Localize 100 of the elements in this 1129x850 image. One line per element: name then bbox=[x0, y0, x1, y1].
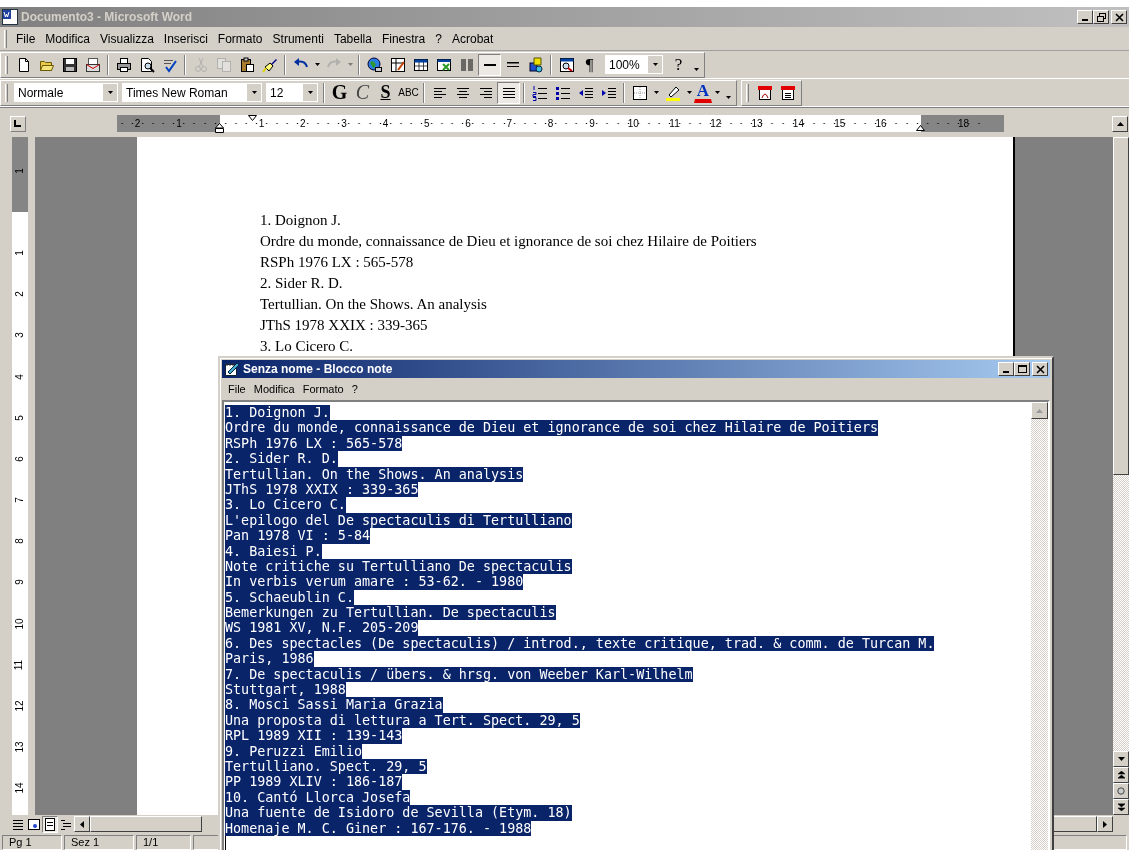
menu-item[interactable]: Acrobat bbox=[447, 31, 499, 46]
scroll-right-button[interactable] bbox=[1097, 816, 1113, 832]
ruler-number: 9 bbox=[14, 579, 25, 586]
menu-item[interactable]: ? bbox=[430, 31, 447, 46]
tab-selector-button[interactable] bbox=[10, 115, 26, 132]
print-layout-button[interactable] bbox=[42, 815, 58, 833]
ruler-number: 6 bbox=[464, 117, 472, 130]
double-up-arrow-icon bbox=[1117, 771, 1125, 779]
document-text-line: JThS 1978 XXIX : 339-365 bbox=[260, 316, 429, 335]
document-text-line: Tertullian. On the Shows. An analysis bbox=[260, 295, 488, 314]
bulleted-list-icon bbox=[554, 84, 571, 101]
zoom-dropdown[interactable]: 100% bbox=[605, 55, 663, 74]
ruler-number: 9 bbox=[588, 117, 596, 130]
ruler-number: 3 bbox=[340, 117, 348, 130]
underline-button[interactable]: S bbox=[374, 81, 397, 104]
minimize-button[interactable] bbox=[1077, 10, 1093, 24]
menu-item[interactable]: File bbox=[11, 31, 41, 46]
maximize-button[interactable] bbox=[1014, 362, 1030, 376]
scroll-up-button[interactable] bbox=[1112, 115, 1128, 132]
menu-item[interactable]: Formato bbox=[212, 31, 268, 46]
document-text-line: RSPh 1976 LX : 565-578 bbox=[260, 253, 415, 272]
menu-item[interactable]: Formato bbox=[298, 383, 348, 395]
font-dropdown[interactable]: Times New Roman bbox=[122, 83, 262, 102]
ruler-number: 11 bbox=[14, 659, 25, 671]
minimize-button[interactable] bbox=[998, 362, 1014, 376]
ruler-number: 8 bbox=[14, 538, 25, 545]
right-arrow-icon bbox=[1103, 820, 1107, 828]
menu-item[interactable]: Tabella bbox=[328, 31, 377, 46]
ruler-number: 7 bbox=[505, 117, 514, 130]
scroll-thumb[interactable] bbox=[1113, 137, 1129, 475]
close-icon bbox=[1035, 364, 1045, 374]
browse-object-button[interactable] bbox=[1113, 783, 1129, 799]
document-text-line: 1. Doignon J. bbox=[260, 211, 342, 230]
dropdown-arrow-icon bbox=[347, 63, 353, 66]
envelope-icon bbox=[84, 56, 101, 73]
next-page-button[interactable] bbox=[1113, 799, 1129, 815]
page-icon bbox=[43, 816, 57, 832]
first-line-indent-icon bbox=[248, 115, 257, 122]
scroll-down-button[interactable] bbox=[1113, 751, 1129, 767]
italic-button[interactable]: C bbox=[351, 81, 374, 104]
ruler-number: 16 bbox=[874, 117, 888, 130]
menu-item[interactable]: Modifica bbox=[40, 31, 96, 46]
menu-item[interactable]: Strumenti bbox=[267, 31, 329, 46]
menu-item[interactable]: ? bbox=[347, 383, 362, 395]
globe-icon bbox=[366, 56, 383, 73]
ruler-number: 18 bbox=[957, 117, 971, 130]
ruler-number: 14 bbox=[791, 117, 805, 130]
up-arrow-icon bbox=[1116, 121, 1124, 126]
scroll-left-button[interactable] bbox=[74, 816, 90, 832]
bold-button[interactable]: G bbox=[328, 81, 351, 104]
table-pencil-icon bbox=[389, 56, 406, 73]
line-button[interactable] bbox=[478, 53, 501, 76]
menu-item[interactable]: Inserisci bbox=[158, 31, 213, 46]
justify-button[interactable] bbox=[497, 81, 520, 104]
close-button[interactable] bbox=[1032, 362, 1048, 376]
document-text-line: 3. Lo Cicero C. bbox=[260, 337, 354, 356]
previous-page-button[interactable] bbox=[1113, 767, 1129, 783]
status-text: Pg 1 bbox=[2, 834, 62, 850]
pdf-document-icon bbox=[779, 84, 796, 101]
dropdown-arrow-icon bbox=[686, 91, 692, 94]
ruler-number: 14 bbox=[14, 782, 25, 794]
double-down-arrow-icon bbox=[1117, 803, 1125, 811]
highlighter-icon bbox=[664, 84, 681, 101]
close-icon bbox=[1114, 12, 1124, 22]
numbered-list-icon bbox=[531, 84, 548, 101]
window-title: Senza nome - Blocco note bbox=[243, 362, 393, 376]
status-text: 1/1 bbox=[136, 834, 191, 850]
shapes-icon bbox=[527, 56, 544, 73]
menu-item[interactable]: Finestra bbox=[376, 31, 431, 46]
font-size-dropdown[interactable]: 12 bbox=[266, 83, 318, 102]
scroll-up-button[interactable] bbox=[1031, 402, 1048, 419]
ruler-number: 2 bbox=[14, 291, 25, 297]
close-button[interactable] bbox=[1111, 10, 1127, 24]
ruler-number: 10 bbox=[14, 618, 25, 630]
ruler-number: 2 bbox=[299, 117, 307, 130]
dropdown-arrow-icon bbox=[307, 91, 313, 94]
show-marks-button[interactable]: ¶ bbox=[578, 53, 601, 76]
word-document-icon bbox=[2, 9, 18, 25]
ruler-number: 13 bbox=[750, 117, 764, 130]
document-text-line: Ordre du monde, connaissance de Dieu et ignorance de soi chez Hilaire de Poitiers bbox=[260, 232, 758, 251]
small-caps-button[interactable]: ABC bbox=[397, 81, 420, 104]
dropdown-arrow-icon bbox=[652, 63, 658, 66]
dropdown-arrow-icon bbox=[314, 63, 320, 66]
scissors-icon bbox=[192, 56, 209, 73]
menu-item[interactable]: File bbox=[224, 383, 250, 395]
font-color-button[interactable]: A bbox=[694, 82, 712, 103]
up-arrow-icon bbox=[1036, 408, 1043, 413]
dropdown-arrow-icon bbox=[693, 67, 699, 71]
style-dropdown[interactable]: Normale bbox=[14, 83, 118, 102]
maximize-icon bbox=[1017, 364, 1027, 374]
ruler-number: 2 bbox=[133, 117, 142, 130]
menu-item[interactable]: Visualizza bbox=[95, 31, 159, 46]
ruler-number: 4 bbox=[381, 117, 390, 130]
window-title: Documento3 - Microsoft Word bbox=[21, 10, 193, 24]
restore-button[interactable] bbox=[1093, 10, 1109, 24]
restore-icon bbox=[1096, 12, 1106, 22]
left-tab-icon bbox=[14, 120, 22, 127]
help-button[interactable]: ? bbox=[667, 53, 690, 76]
dropdown-arrow-icon bbox=[251, 91, 257, 94]
menu-item[interactable]: Modifica bbox=[249, 383, 299, 395]
